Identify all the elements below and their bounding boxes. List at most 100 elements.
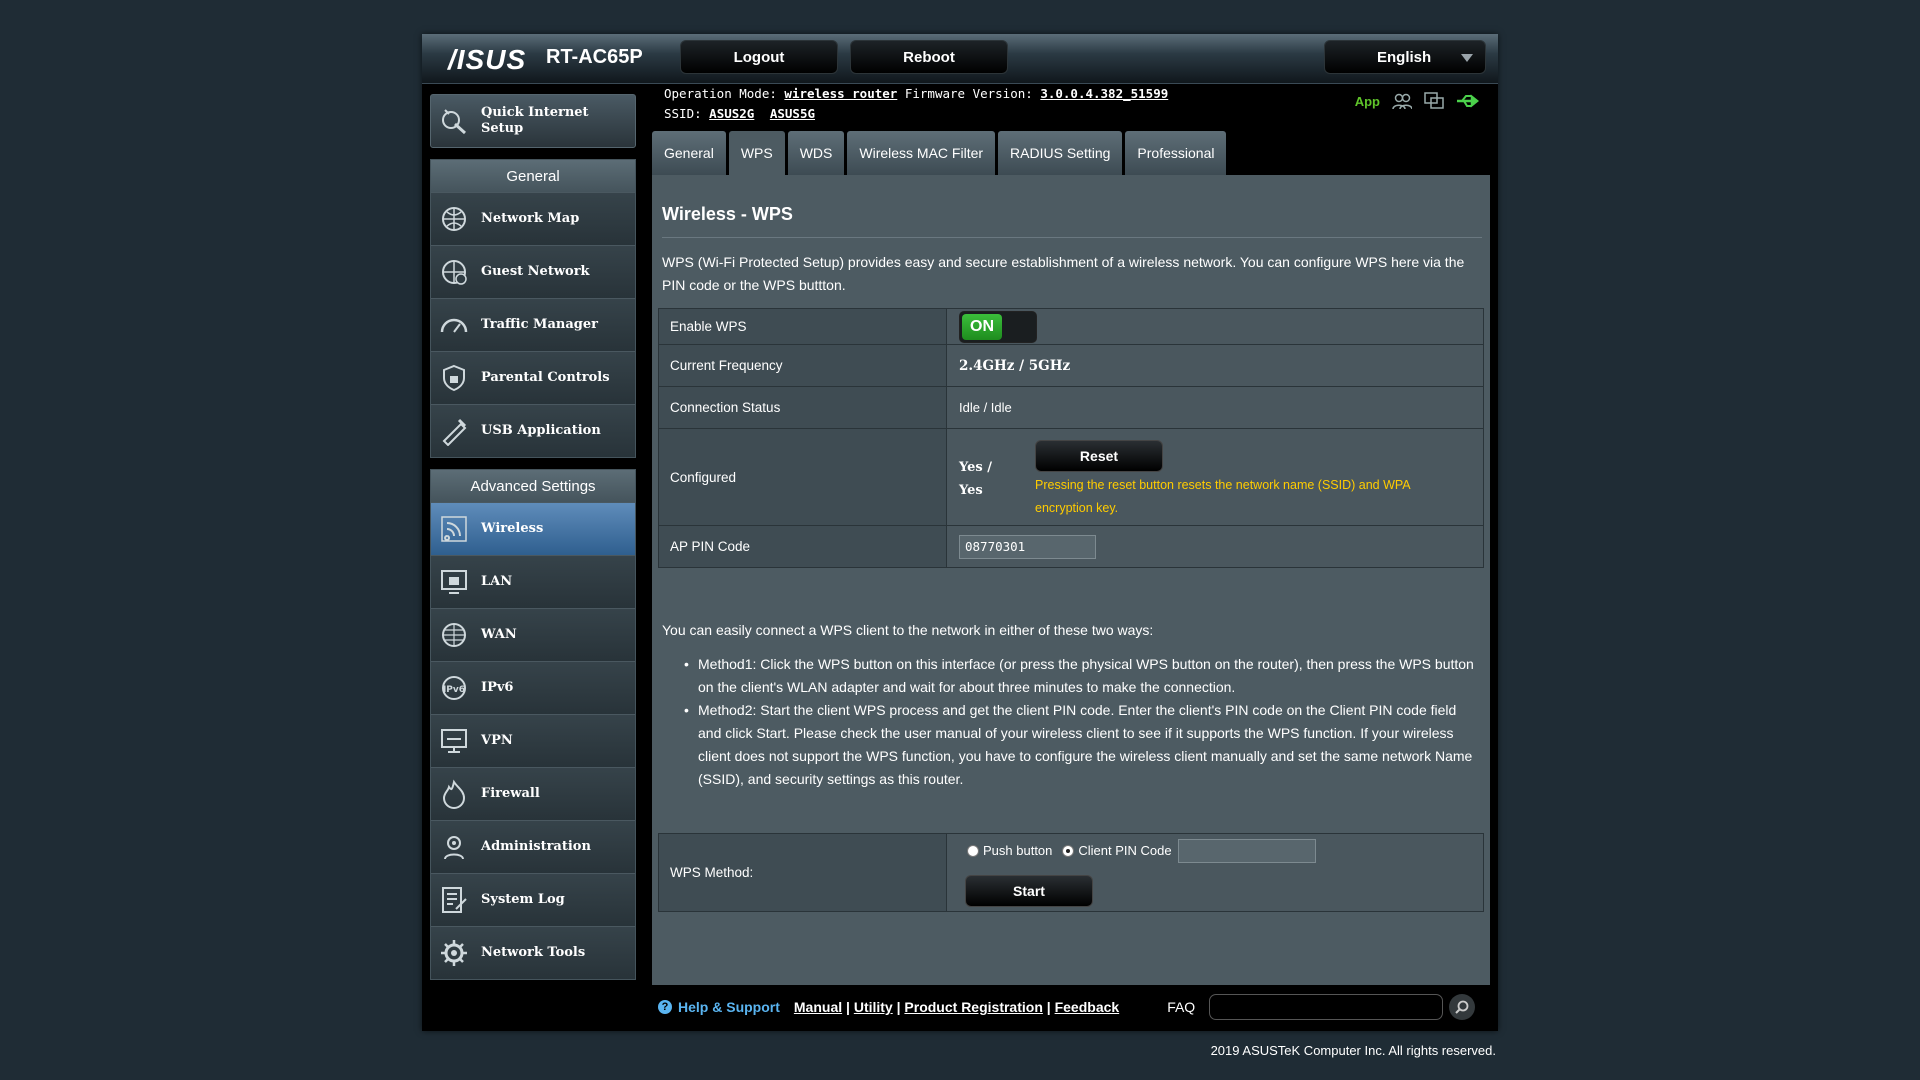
status-line: Operation Mode: wireless router Firmware… bbox=[664, 84, 1168, 124]
page-title: Wireless - WPS bbox=[662, 204, 793, 224]
sidebar-item-label: USB Application bbox=[481, 423, 601, 438]
wps-method-table: WPS Method: Push button Client PIN Code … bbox=[658, 833, 1484, 912]
enable-wps-toggle[interactable]: ON bbox=[959, 310, 1037, 343]
network-map-icon bbox=[442, 207, 466, 231]
configured-row: Configured Yes / Yes Reset Pressing the … bbox=[658, 428, 1484, 526]
connection-status-label: Connection Status bbox=[658, 386, 947, 429]
router-admin-frame: /ISUS RT-AC65P Logout Reboot English Ope… bbox=[422, 34, 1498, 1031]
ap-pin-label: AP PIN Code bbox=[658, 525, 947, 568]
tab-professional[interactable]: Professional bbox=[1125, 131, 1227, 175]
sidebar-item-label: Traffic Manager bbox=[481, 317, 598, 332]
reset-button[interactable]: Reset bbox=[1035, 440, 1163, 472]
configured-value: Yes / Yes bbox=[959, 456, 1035, 502]
traffic-manager-icon bbox=[440, 318, 468, 333]
start-button[interactable]: Start bbox=[965, 874, 1093, 907]
connect-instructions: You can easily connect a WPS client to t… bbox=[662, 622, 1154, 638]
firmware-label: Firmware Version: bbox=[904, 86, 1033, 101]
manual-link[interactable]: Manual bbox=[794, 999, 842, 1015]
utility-link[interactable]: Utility bbox=[854, 999, 893, 1015]
sidebar-item-ipv6[interactable]: IPv6 IPv6 bbox=[431, 661, 635, 714]
wan-icon bbox=[442, 623, 466, 647]
tab-wps[interactable]: WPS bbox=[728, 131, 785, 175]
reboot-button[interactable]: Reboot bbox=[850, 40, 1008, 74]
sidebar-item-label: Guest Network bbox=[481, 264, 590, 279]
svg-text:IPv6: IPv6 bbox=[443, 685, 465, 695]
current-frequency-row: Current Frequency 2.4GHz / 5GHz bbox=[658, 344, 1484, 387]
quick-internet-setup-button[interactable]: Quick Internet Setup bbox=[430, 94, 636, 148]
logout-button[interactable]: Logout bbox=[680, 40, 838, 74]
sidebar-item-usb-application[interactable]: USB Application bbox=[431, 404, 635, 457]
footer-links: Manual | Utility | Product Registration … bbox=[793, 999, 1120, 1015]
usb-icon[interactable] bbox=[1456, 92, 1480, 110]
wps-method-row: WPS Method: Push button Client PIN Code … bbox=[658, 833, 1484, 912]
method1-text: Method1: Click the WPS button on this in… bbox=[684, 653, 1474, 699]
wps-panel: Wireless - WPS WPS (Wi-Fi Protected Setu… bbox=[652, 175, 1490, 985]
configured-value-2g: Yes / bbox=[959, 460, 993, 475]
tab-wds[interactable]: WDS bbox=[787, 131, 845, 175]
op-mode-link[interactable]: wireless router bbox=[784, 86, 897, 101]
page-description: WPS (Wi-Fi Protected Setup) provides eas… bbox=[662, 254, 1465, 293]
top-bar: /ISUS RT-AC65P Logout Reboot English bbox=[422, 34, 1498, 84]
sidebar-item-network-tools[interactable]: Network Tools bbox=[431, 926, 635, 979]
toggle-on-label: ON bbox=[962, 313, 1002, 340]
sidebar-item-network-map[interactable]: Network Map bbox=[431, 192, 635, 245]
network-tools-icon bbox=[441, 940, 467, 966]
configured-label: Configured bbox=[658, 428, 947, 526]
tab-radius-setting[interactable]: RADIUS Setting bbox=[998, 131, 1123, 175]
search-icon bbox=[1455, 1000, 1469, 1014]
ap-pin-field[interactable]: 08770301 bbox=[959, 534, 1096, 559]
client-pin-radio[interactable] bbox=[1062, 844, 1075, 857]
sidebar-item-wan[interactable]: WAN bbox=[431, 608, 635, 661]
reset-note: Pressing the reset button resets the net… bbox=[1035, 478, 1410, 515]
connection-status-value: Idle / Idle bbox=[946, 386, 1484, 429]
language-select[interactable]: English bbox=[1324, 40, 1486, 74]
sidebar-item-traffic-manager[interactable]: Traffic Manager bbox=[431, 298, 635, 351]
method-list: Method1: Click the WPS button on this in… bbox=[684, 653, 1474, 791]
advanced-menu: Advanced Settings Wireless LAN WAN IPv6 … bbox=[430, 469, 636, 980]
product-registration-link[interactable]: Product Registration bbox=[904, 999, 1042, 1015]
sidebar-item-label: Wireless bbox=[481, 521, 544, 536]
sidebar-item-parental-controls[interactable]: Parental Controls bbox=[431, 351, 635, 404]
sidebar: Quick Internet Setup General Network Map… bbox=[430, 94, 636, 980]
firmware-link[interactable]: 3.0.0.4.382_51599 bbox=[1040, 86, 1168, 101]
ssid-2g-link[interactable]: ASUS2G bbox=[709, 106, 754, 121]
ipv6-icon: IPv6 bbox=[442, 676, 466, 700]
push-button-radio[interactable] bbox=[967, 844, 979, 857]
wireless-icon bbox=[441, 516, 467, 542]
sidebar-item-lan[interactable]: LAN bbox=[431, 555, 635, 608]
ssid-5g-link[interactable]: ASUS5G bbox=[770, 106, 815, 121]
current-frequency-label: Current Frequency bbox=[658, 344, 947, 387]
devices-icon[interactable] bbox=[1424, 92, 1444, 110]
faq-label: FAQ bbox=[1167, 999, 1196, 1015]
asus-logo: /ISUS bbox=[448, 44, 527, 75]
sidebar-item-wireless[interactable]: Wireless bbox=[431, 502, 635, 555]
qis-label-line2: Setup bbox=[481, 121, 524, 136]
sidebar-item-label: Network Tools bbox=[481, 945, 586, 960]
wps-settings-table: Enable WPS ON Current Frequency 2.4GHz /… bbox=[658, 308, 1484, 568]
wps-method-label: WPS Method: bbox=[658, 833, 947, 912]
sidebar-item-vpn[interactable]: VPN bbox=[431, 714, 635, 767]
app-link[interactable]: App bbox=[1355, 94, 1380, 109]
enable-wps-row: Enable WPS ON bbox=[658, 308, 1484, 345]
tab-wireless-mac-filter[interactable]: Wireless MAC Filter bbox=[847, 131, 996, 175]
feedback-link[interactable]: Feedback bbox=[1055, 999, 1120, 1015]
help-icon: ? bbox=[658, 1000, 672, 1014]
lan-icon bbox=[441, 570, 467, 594]
footer: ? Help & Support Manual | Utility | Prod… bbox=[652, 992, 1490, 1022]
sidebar-item-administration[interactable]: Administration bbox=[431, 820, 635, 873]
faq-search-button[interactable] bbox=[1449, 994, 1476, 1020]
general-menu-title: General bbox=[431, 160, 635, 192]
client-pin-input[interactable] bbox=[1177, 838, 1316, 863]
tab-general[interactable]: General bbox=[652, 131, 726, 175]
sidebar-item-firewall[interactable]: Firewall bbox=[431, 767, 635, 820]
sidebar-item-label: Network Map bbox=[481, 211, 580, 226]
help-support[interactable]: ? Help & Support bbox=[658, 999, 780, 1015]
push-button-label: Push button bbox=[983, 843, 1053, 858]
clients-icon[interactable] bbox=[1392, 92, 1412, 110]
guest-network-icon bbox=[442, 260, 467, 285]
parental-controls-icon bbox=[443, 364, 465, 392]
current-frequency-value: 2.4GHz / 5GHz bbox=[946, 344, 1484, 387]
sidebar-item-system-log[interactable]: System Log bbox=[431, 873, 635, 926]
sidebar-item-guest-network[interactable]: Guest Network bbox=[431, 245, 635, 298]
faq-search-input[interactable] bbox=[1209, 994, 1444, 1020]
